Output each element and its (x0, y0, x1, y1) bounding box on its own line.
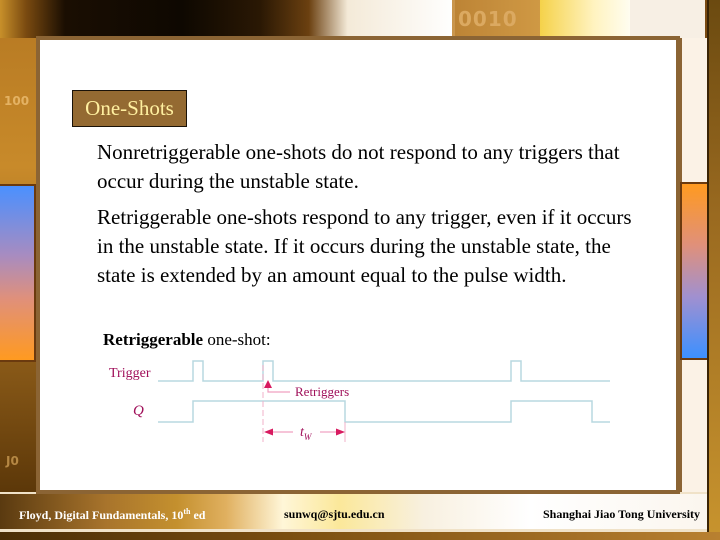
right-edge-frame (707, 0, 720, 540)
paragraph-retriggerable: Retriggerable one-shots respond to any t… (97, 205, 632, 287)
slide-title: One-Shots (72, 90, 187, 127)
footer-textbook-credit: Floyd, Digital Fundamentals, 10th ed (19, 507, 205, 523)
background-glow (540, 0, 630, 38)
left-binary-code-bottom: J0 (6, 454, 19, 468)
footer-email: sunwq@sjtu.edu.cn (284, 507, 385, 521)
background-binary-code: 0010 (452, 0, 540, 38)
left-accent-bar (0, 184, 36, 362)
bottom-band (0, 532, 720, 540)
left-binary-code: 100 (4, 94, 30, 108)
footer-textbook-title: Floyd, Digital Fundamentals, 10 (19, 508, 184, 522)
right-accent-bar (680, 182, 710, 360)
footer-institution: Shanghai Jiao Tong University (543, 507, 701, 521)
diagram-caption-bold: Retriggerable (103, 330, 204, 349)
background-panel (630, 0, 705, 38)
diagram-caption-rest: one-shot: (203, 330, 271, 349)
paragraph-nonretriggerable: Nonretriggerable one-shots do not respon… (97, 140, 620, 193)
diagram-caption: Retriggerable one-shot: (103, 330, 271, 350)
footer-edition-suffix: ed (190, 508, 206, 522)
